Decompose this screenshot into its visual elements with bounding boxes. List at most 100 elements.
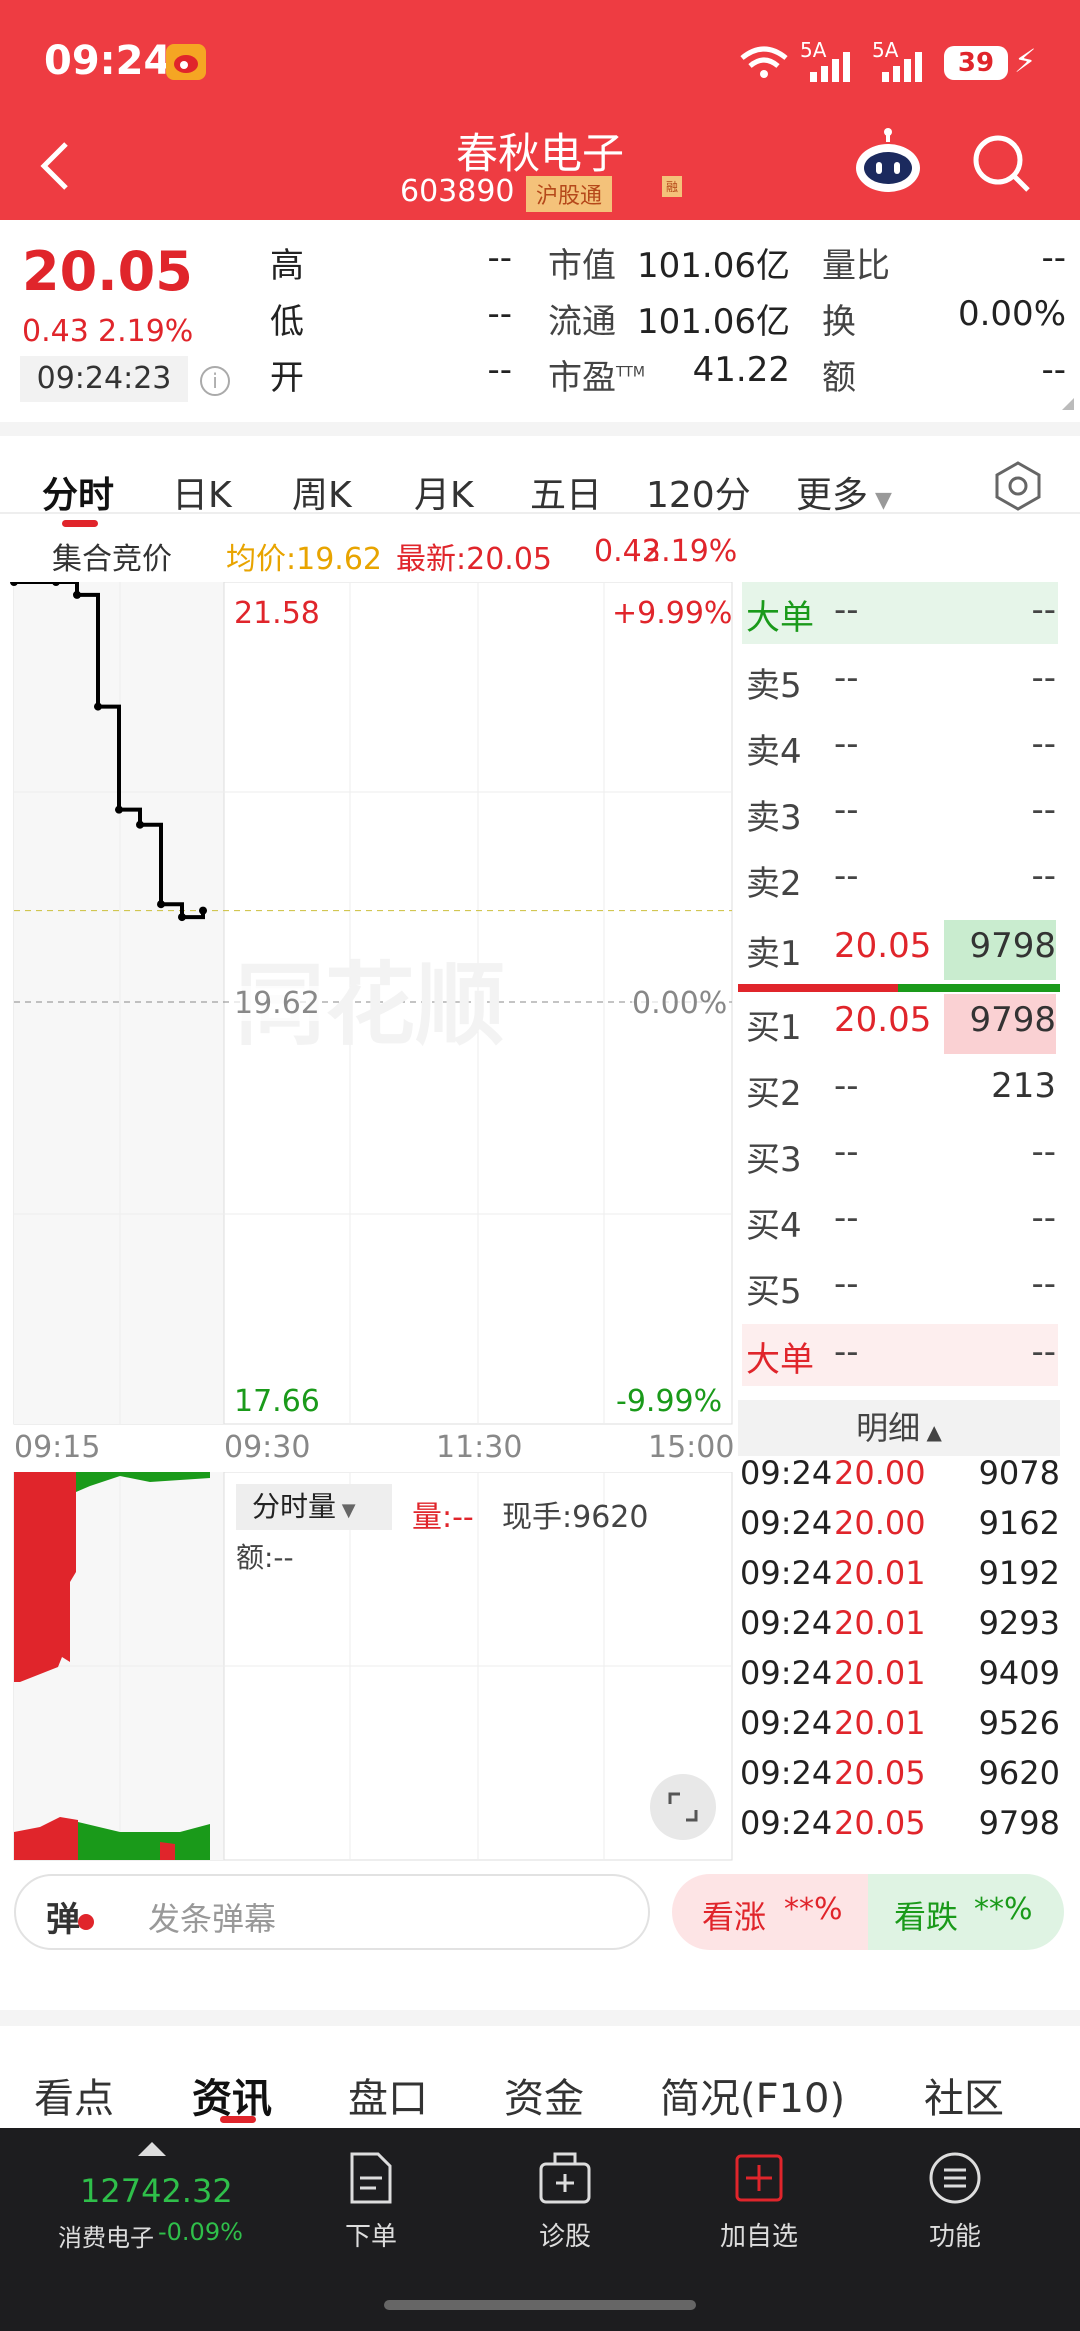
bid5-label: 买5 <box>746 1272 802 1312</box>
bottom-nav: 12742.32 消费电子 -0.09% 下单 诊股 加自选 功能 <box>0 2128 1080 2331</box>
danmaku-input[interactable]: 弹 发条弹幕 <box>14 1874 650 1950</box>
settings-hexagon-icon[interactable] <box>992 460 1044 516</box>
nav-diagnose[interactable]: 诊股 <box>500 2150 630 2253</box>
field-float-label: 流通 <box>548 302 616 342</box>
dropdown-arrow-icon: ▼ <box>336 1500 356 1521</box>
tick-row: 09:24 20.05 9798 <box>740 1804 1060 1842</box>
bid4-price: -- <box>834 1198 859 1238</box>
axis-mid-pct: 0.00% <box>632 986 728 1021</box>
nav-place-order-label: 下单 <box>344 2222 397 2252</box>
price-point <box>178 913 186 922</box>
bid1-vol: 9798 <box>969 1000 1056 1040</box>
time-label-0915: 09:15 <box>14 1430 101 1465</box>
detail-label: 明细 <box>856 1409 921 1447</box>
stock-code: 603890 <box>400 174 515 209</box>
time-label-1500: 15:00 <box>648 1430 735 1465</box>
buy-pressure-bar <box>738 984 898 992</box>
tab-f10-profile[interactable]: 简况(F10) <box>660 2066 845 2124</box>
tab-daily-k[interactable]: 日K <box>172 466 232 518</box>
tab-community[interactable]: 社区 <box>924 2066 1004 2124</box>
tab-capital-flow[interactable]: 资金 <box>504 2066 584 2124</box>
ask1-vol: 9798 <box>969 926 1056 966</box>
nav-functions-label: 功能 <box>928 2222 981 2252</box>
chevron-down-icon: ▼ <box>868 488 892 513</box>
status-time: 09:24 <box>44 38 172 84</box>
home-indicator[interactable] <box>384 2300 696 2310</box>
ask2-price: -- <box>834 856 859 896</box>
danmaku-icon: 弹 <box>46 1900 80 1940</box>
field-volratio-label: 量比 <box>822 246 890 286</box>
wifi-icon <box>738 44 790 84</box>
hk-connect-tag: 沪股通 <box>526 176 613 212</box>
info-icon[interactable]: i <box>200 366 230 396</box>
tab-monthly-k[interactable]: 月K <box>414 466 474 518</box>
signal-icon-1 <box>808 50 858 86</box>
bid3-label: 买3 <box>746 1140 802 1180</box>
ask1-price: 20.05 <box>834 926 932 966</box>
price-point <box>157 900 165 909</box>
bearish-label: 看跌 <box>894 1898 959 1936</box>
tab-highlights[interactable]: 看点 <box>34 2066 114 2124</box>
auction-label: 集合竞价 <box>52 542 172 577</box>
current-price: 20.05 <box>22 240 193 303</box>
medkit-icon <box>539 2152 591 2204</box>
big-sell-vol: -- <box>1031 590 1056 630</box>
bid2-vol: 213 <box>991 1066 1056 1106</box>
expand-up-icon[interactable] <box>138 2142 166 2156</box>
field-mktcap-value: 101.06亿 <box>637 246 790 286</box>
field-amount-value: -- <box>1041 350 1066 390</box>
app-bar: 春秋电子 603890 沪股通 融 <box>0 120 1080 220</box>
field-low-value: -- <box>487 294 512 334</box>
tab-120min[interactable]: 120分 <box>646 466 751 518</box>
bearish-button[interactable]: 看跌 **% <box>868 1874 1064 1950</box>
index-change: -0.09% <box>158 2218 243 2246</box>
avg-price-label: 均价:19.62 <box>226 542 382 577</box>
fullscreen-button[interactable] <box>650 1774 716 1840</box>
field-mktcap-label: 市值 <box>548 246 616 286</box>
nav-place-order[interactable]: 下单 <box>306 2150 436 2253</box>
ask3-price: -- <box>834 790 859 830</box>
detail-header[interactable]: 明细 ▲ <box>738 1400 1060 1456</box>
content-tab-indicator <box>220 2116 256 2123</box>
price-point <box>94 702 102 711</box>
bid2-label: 买2 <box>746 1074 802 1114</box>
danmaku-badge-icon <box>78 1914 94 1930</box>
tab-more-label: 更多 <box>796 475 869 516</box>
bid5-vol: -- <box>1031 1264 1056 1304</box>
tick-row: 09:24 20.01 9293 <box>740 1604 1060 1642</box>
bullish-button[interactable]: 看涨 **% <box>672 1874 868 1950</box>
weibo-icon <box>166 44 206 80</box>
tick-row: 09:24 20.01 9526 <box>740 1704 1060 1742</box>
index-value[interactable]: 12742.32 <box>80 2172 233 2210</box>
field-float-value: 101.06亿 <box>637 302 790 342</box>
tab-more[interactable]: 更多 ▼ <box>796 466 892 518</box>
ask4-label: 卖4 <box>746 732 802 772</box>
ask2-vol: -- <box>1031 856 1056 896</box>
price-point <box>199 906 207 915</box>
ask5-vol: -- <box>1031 658 1056 698</box>
field-open-value: -- <box>487 350 512 390</box>
nav-diagnose-label: 诊股 <box>538 2222 591 2252</box>
price-point <box>136 820 144 829</box>
tab-intraday[interactable]: 分时 <box>42 466 114 518</box>
ask4-price: -- <box>834 724 859 764</box>
tab-five-day[interactable]: 五日 <box>530 466 602 518</box>
price-change-pct: 2.19% <box>98 314 194 349</box>
search-icon[interactable] <box>970 132 1034 200</box>
corner-icon <box>1062 398 1074 410</box>
nav-functions[interactable]: 功能 <box>890 2150 1020 2253</box>
nav-add-watchlist[interactable]: 加自选 <box>694 2150 824 2253</box>
robot-assistant-icon[interactable] <box>852 128 924 204</box>
ask5-price: -- <box>834 658 859 698</box>
document-icon <box>350 2152 392 2204</box>
menu-circle-icon <box>929 2152 981 2204</box>
chart-area: 集合竞价 均价:19.62 最新:20.05 0.43 2.19% 同花顺 21… <box>0 512 1080 1861</box>
volume-type-dropdown[interactable]: 分时量 ▼ <box>236 1484 392 1530</box>
tab-market-depth[interactable]: 盘口 <box>348 2066 428 2124</box>
price-change: 0.43 <box>22 314 89 349</box>
period-tabs: 分时 日K 周K 月K 五日 120分 更多 ▼ <box>0 422 1080 527</box>
tab-weekly-k[interactable]: 周K <box>292 466 352 518</box>
field-turnover-value: 0.00% <box>957 294 1066 334</box>
watermark-logo: 同花顺 <box>235 953 505 1058</box>
quote-time: 09:24:23 <box>20 356 188 402</box>
